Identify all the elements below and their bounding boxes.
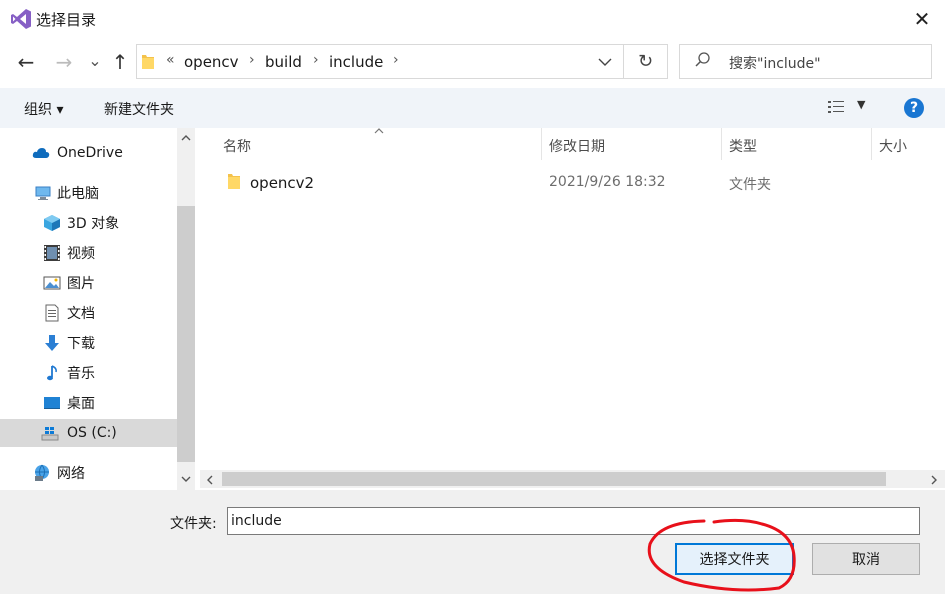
breadcrumb-separator[interactable]: ›: [393, 52, 399, 68]
download-icon: [45, 335, 59, 351]
forward-button[interactable]: →: [52, 50, 76, 74]
scroll-up-icon[interactable]: [180, 133, 192, 143]
sidebar-item-onedrive[interactable]: OneDrive: [0, 139, 177, 167]
sidebar-item-music[interactable]: 音乐: [0, 359, 177, 387]
table-row[interactable]: opencv2 2021/9/26 18:32 文件夹: [213, 166, 943, 198]
sidebar-item-this-pc[interactable]: 此电脑: [0, 179, 177, 207]
sidebar-item-pictures[interactable]: 图片: [0, 269, 177, 297]
file-name: opencv2: [250, 174, 315, 192]
folder-name-input[interactable]: [227, 507, 920, 535]
scrollbar-thumb[interactable]: [177, 206, 195, 462]
back-button[interactable]: ←: [14, 50, 38, 74]
sidebar-item-videos[interactable]: 视频: [0, 239, 177, 267]
breadcrumb-separator[interactable]: ›: [313, 52, 319, 68]
column-header-name[interactable]: 名称: [223, 136, 251, 156]
cancel-button[interactable]: 取消: [812, 543, 920, 575]
sidebar-item-os-c[interactable]: OS (C:): [0, 419, 177, 447]
window-title: 选择目录: [36, 11, 97, 29]
sidebar-item-desktop[interactable]: 桌面: [0, 389, 177, 417]
column-divider[interactable]: [871, 128, 872, 160]
up-button[interactable]: ↑: [108, 50, 132, 74]
new-folder-button[interactable]: 新建文件夹: [104, 99, 174, 119]
breadcrumb-opencv[interactable]: opencv: [184, 53, 239, 71]
breadcrumb-separator[interactable]: ›: [249, 52, 255, 68]
folder-field-label: 文件夹:: [170, 516, 217, 532]
organize-menu[interactable]: 组织 ▾: [24, 99, 63, 119]
cloud-icon: [32, 148, 50, 158]
music-icon: [47, 365, 57, 381]
title-bar: [0, 0, 945, 38]
column-header-type[interactable]: 类型: [729, 136, 757, 156]
sidebar-item-downloads[interactable]: 下载: [0, 329, 177, 357]
annotation-circle: [647, 518, 796, 592]
computer-icon: [35, 186, 51, 200]
column-divider[interactable]: [541, 128, 542, 160]
cube-icon: [44, 215, 60, 231]
folder-icon: [142, 55, 154, 69]
path-prefix: «: [166, 52, 175, 68]
view-dropdown[interactable]: ▼: [857, 98, 865, 111]
close-button[interactable]: ✕: [904, 4, 940, 34]
sidebar-item-3d-objects[interactable]: 3D 对象: [0, 209, 177, 237]
recent-locations-button[interactable]: ⌄: [86, 48, 104, 72]
sidebar-item-network[interactable]: 网络: [0, 459, 177, 487]
breadcrumb-build[interactable]: build: [265, 53, 302, 71]
chevron-down-icon[interactable]: [586, 44, 624, 79]
column-header-modified[interactable]: 修改日期: [549, 136, 605, 156]
breadcrumb-include[interactable]: include: [329, 53, 383, 71]
desktop-icon: [44, 397, 60, 409]
folder-icon: [228, 174, 240, 189]
refresh-button[interactable]: ↻: [624, 44, 668, 79]
help-button[interactable]: ?: [904, 98, 924, 118]
file-type: 文件夹: [729, 177, 771, 193]
search-placeholder[interactable]: 搜索"include": [729, 53, 821, 73]
video-icon: [44, 245, 60, 261]
search-icon: [695, 52, 710, 67]
picture-icon: [43, 276, 61, 290]
drive-icon: [41, 427, 59, 441]
sidebar-item-documents[interactable]: 文档: [0, 299, 177, 327]
visual-studio-icon: [11, 9, 31, 29]
column-divider[interactable]: [721, 128, 722, 160]
document-icon: [45, 304, 59, 322]
scroll-right-icon[interactable]: [929, 474, 939, 486]
sort-ascending-icon: [374, 128, 384, 134]
network-icon: [35, 464, 49, 481]
scrollbar-thumb[interactable]: [222, 472, 886, 486]
dialog-footer: [0, 490, 945, 594]
view-options-icon[interactable]: [826, 98, 846, 116]
file-modified: 2021/9/26 18:32: [549, 174, 666, 190]
column-header-size[interactable]: 大小: [879, 136, 907, 156]
scroll-left-icon[interactable]: [205, 474, 215, 486]
navigation-pane: OneDrive 此电脑 3D 对象 视频 图片 文档 下载 音乐 桌面 OS …: [0, 128, 177, 490]
scroll-down-icon[interactable]: [180, 474, 192, 484]
